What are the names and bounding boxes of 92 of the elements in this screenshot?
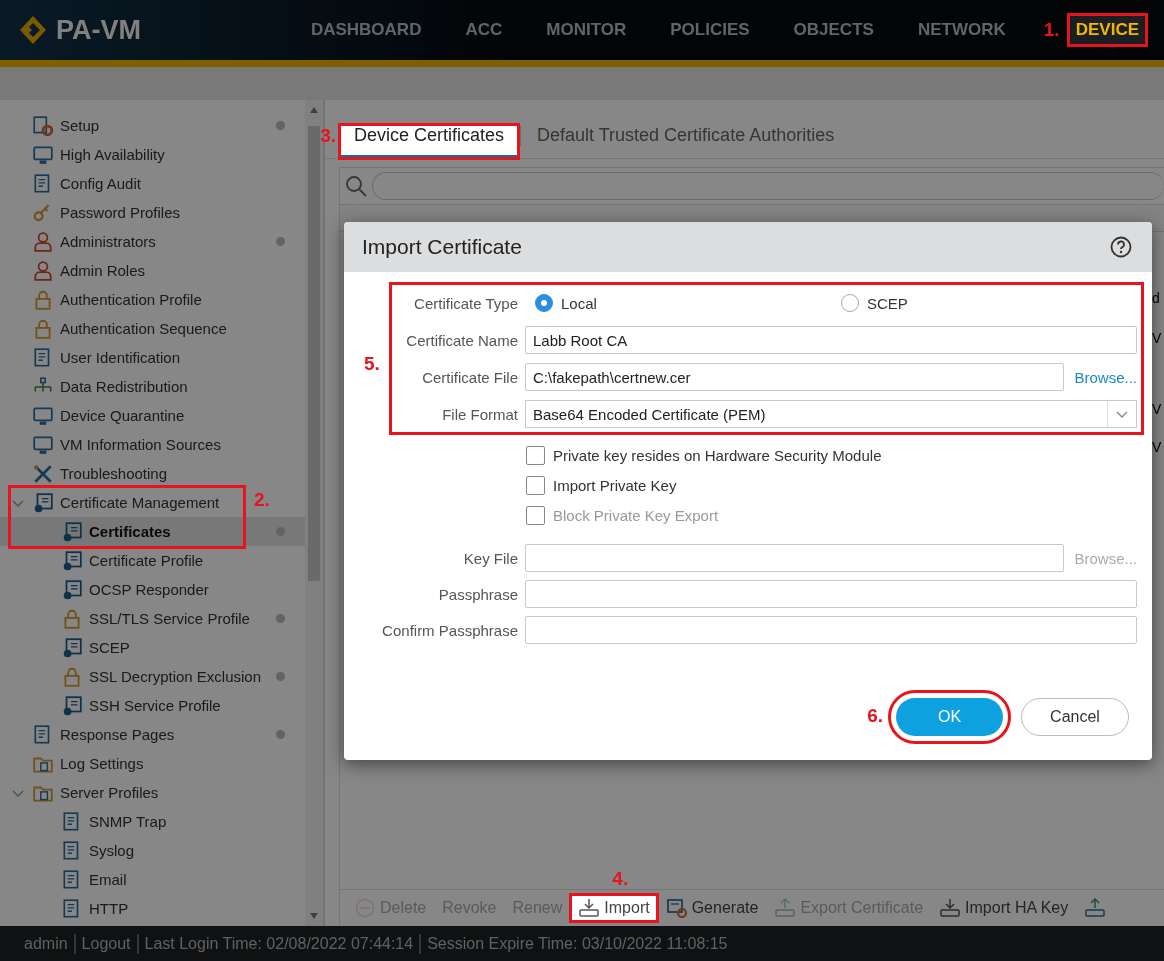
sidebar-item[interactable]: Certificates bbox=[0, 517, 305, 546]
sidebar-item[interactable]: OCSP Responder bbox=[0, 575, 305, 604]
password-field[interactable] bbox=[525, 580, 1137, 608]
monitor-icon bbox=[32, 433, 54, 456]
dialog-title: Import Certificate bbox=[362, 235, 522, 259]
sidebar-item[interactable]: Device Quarantine bbox=[0, 401, 305, 430]
input-field[interactable]: Labb Root CA bbox=[525, 326, 1137, 354]
product-name: PA-VM bbox=[56, 14, 141, 46]
field-label: Certificate Type bbox=[413, 294, 518, 312]
login-time: Last Login Time: 02/08/2022 07:44:14 bbox=[143, 934, 415, 953]
field-label: Passphrase bbox=[437, 585, 518, 603]
person-icon bbox=[32, 259, 54, 282]
search-icon bbox=[344, 174, 368, 198]
download-icon bbox=[578, 898, 601, 918]
step-number: 5. bbox=[364, 353, 380, 375]
certificate-icon bbox=[665, 898, 688, 918]
nav-tab[interactable]: POLICIES bbox=[648, 0, 772, 60]
nav-tab[interactable]: NETWORK bbox=[895, 0, 1028, 60]
session-expiry: Session Expire Time: 03/10/2022 11:08:15 bbox=[426, 934, 729, 953]
certificate-icon bbox=[61, 578, 83, 601]
sidebar-item[interactable]: SSL Decryption Exclusion bbox=[0, 662, 305, 691]
sidebar-item[interactable]: Syslog bbox=[0, 836, 305, 865]
certificate-icon bbox=[61, 694, 83, 717]
checkbox[interactable]: Private key resides on Hardware Security Module bbox=[344, 440, 1137, 470]
step-number: 4. bbox=[612, 868, 629, 890]
step-number: 6. bbox=[867, 705, 883, 727]
nav-tab[interactable]: DASHBOARD bbox=[288, 0, 444, 60]
sidebar-item[interactable]: Authentication Profile bbox=[0, 285, 305, 314]
browse-link[interactable]: Browse... bbox=[1074, 368, 1137, 386]
monitor-icon bbox=[32, 404, 54, 427]
username: admin bbox=[23, 934, 69, 953]
file-field[interactable] bbox=[525, 544, 1065, 572]
help-icon[interactable] bbox=[1110, 236, 1132, 258]
nav-tab[interactable]: ACC bbox=[443, 0, 525, 60]
table-cell: d bbox=[1152, 290, 1160, 306]
upload-icon bbox=[1084, 898, 1107, 918]
scroll-up-icon[interactable] bbox=[309, 106, 319, 114]
field-label: Certificate Name bbox=[405, 331, 518, 349]
certificate-icon bbox=[32, 491, 54, 514]
table-cell: V bbox=[1152, 401, 1162, 417]
gear-icon bbox=[32, 114, 54, 137]
certificate-icon bbox=[61, 636, 83, 659]
logo-icon bbox=[18, 15, 48, 45]
field-label: Key File bbox=[462, 549, 518, 567]
sidebar-item[interactable]: User Identification bbox=[0, 343, 305, 372]
download-icon bbox=[939, 898, 962, 918]
sidebar-item[interactable]: Response Pages bbox=[0, 720, 305, 749]
radio-option[interactable]: SCEP bbox=[831, 294, 1137, 312]
sidebar-item[interactable]: Troubleshooting bbox=[0, 459, 305, 488]
sidebar-item[interactable]: SSH Service Profile bbox=[0, 691, 305, 720]
sidebar-item[interactable]: Certificate Profile bbox=[0, 546, 305, 575]
sidebar-item[interactable]: Admin Roles bbox=[0, 256, 305, 285]
radio-option[interactable]: Local bbox=[525, 294, 831, 312]
sidebar-item[interactable]: Email bbox=[0, 865, 305, 894]
sidebar-item[interactable]: HTTP bbox=[0, 894, 305, 923]
person-icon bbox=[32, 230, 54, 253]
sidebar-item[interactable]: SCEP bbox=[0, 633, 305, 662]
sidebar-item[interactable]: Authentication Sequence bbox=[0, 314, 305, 343]
table-cell: V bbox=[1152, 330, 1162, 346]
sidebar-item[interactable]: Data Redistribution bbox=[0, 372, 305, 401]
sidebar-item[interactable]: SSL/TLS Service Profile bbox=[0, 604, 305, 633]
step-number: 2. bbox=[254, 489, 270, 511]
table-cell: V bbox=[1152, 439, 1162, 455]
scroll-down-icon[interactable] bbox=[309, 912, 319, 920]
field-label: Confirm Passphrase bbox=[381, 621, 518, 639]
sidebar-item[interactable]: Administrators bbox=[0, 227, 305, 256]
sidebar-item[interactable]: Log Settings bbox=[0, 749, 305, 778]
sidebar-item[interactable]: High Availability bbox=[0, 140, 305, 169]
step-number: 1. bbox=[1043, 19, 1060, 41]
certificate-icon bbox=[61, 520, 83, 543]
monitor-icon bbox=[32, 143, 54, 166]
sidebar-item[interactable]: VM Information Sources bbox=[0, 430, 305, 459]
nav-tab[interactable]: MONITOR bbox=[524, 0, 649, 60]
file-field[interactable]: C:\fakepath\certnew.cer bbox=[525, 363, 1065, 391]
dropdown[interactable]: Base64 Encoded Certificate (PEM) bbox=[525, 400, 1137, 428]
nav-tab[interactable]: OBJECTS bbox=[771, 0, 896, 60]
logout-link[interactable]: Logout bbox=[75, 934, 137, 953]
sidebar-item[interactable]: Setup bbox=[0, 111, 305, 140]
checkbox[interactable]: Import Private Key bbox=[344, 470, 1137, 500]
step-number: 3. bbox=[320, 125, 336, 147]
sidebar-item[interactable]: Password Profiles bbox=[0, 198, 305, 227]
toolbar-button[interactable]: Import bbox=[572, 896, 656, 920]
sidebar-item[interactable]: SNMP Trap bbox=[0, 807, 305, 836]
sidebar-item[interactable]: Server Profiles bbox=[0, 778, 305, 807]
password-field[interactable] bbox=[525, 616, 1137, 644]
field-label: Certificate File bbox=[421, 368, 518, 386]
nav-tab[interactable]: DEVICE bbox=[1067, 14, 1147, 46]
cancel-button[interactable]: Cancel bbox=[1021, 698, 1129, 736]
field-label: File Format bbox=[441, 405, 518, 423]
sidebar-item[interactable]: Config Audit bbox=[0, 169, 305, 198]
certificate-icon bbox=[61, 549, 83, 572]
tab[interactable]: Device Certificates bbox=[340, 125, 519, 158]
